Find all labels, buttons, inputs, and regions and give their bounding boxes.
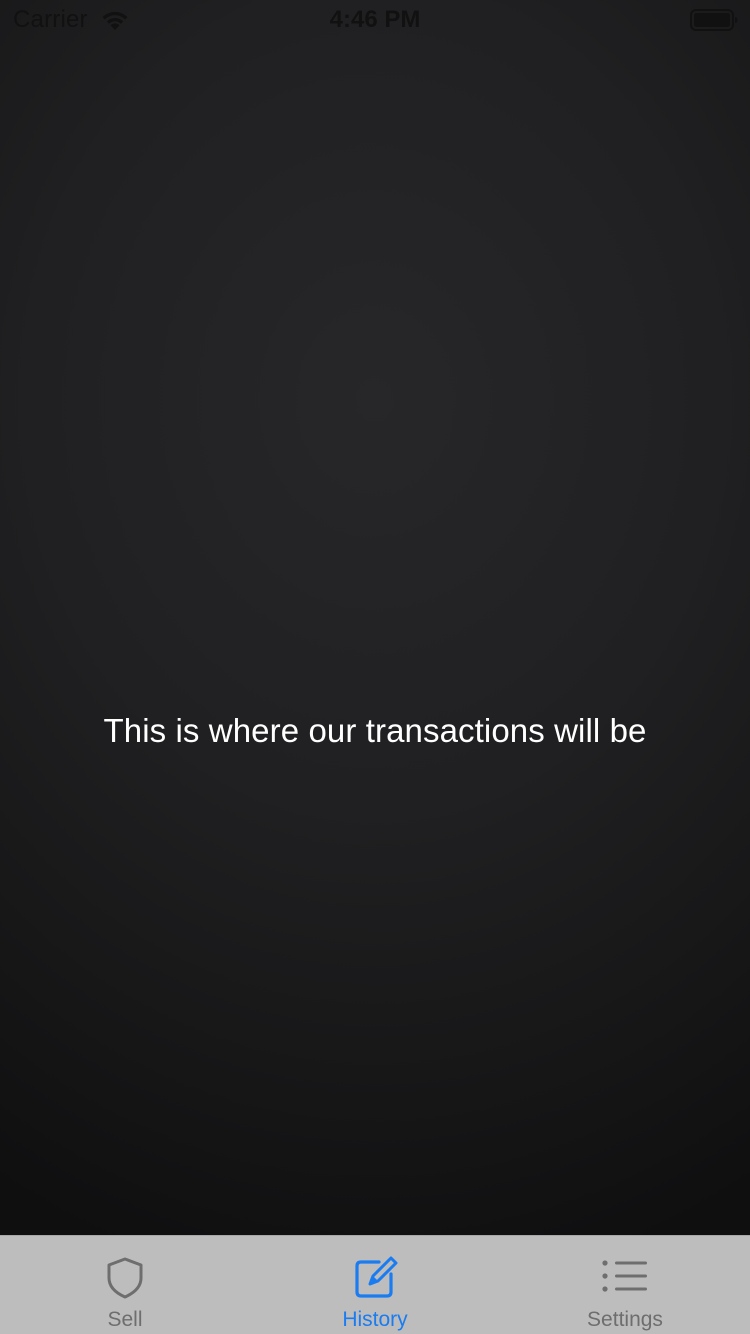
tab-sell[interactable]: Sell — [0, 1236, 250, 1334]
status-time: 4:46 PM — [329, 6, 421, 33]
tab-settings[interactable]: Settings — [500, 1236, 750, 1334]
app-screen: Carrier 4:46 PM This is where our transa… — [0, 0, 750, 1334]
tab-sell-label: Sell — [107, 1308, 143, 1331]
tab-history[interactable]: History — [250, 1236, 500, 1334]
status-bar: Carrier 4:46 PM — [0, 0, 750, 40]
shield-icon — [107, 1257, 143, 1299]
battery-full-icon — [690, 9, 738, 31]
tab-bar: Sell History Settings — [0, 1235, 750, 1334]
compose-icon — [355, 1256, 398, 1298]
tab-settings-label: Settings — [587, 1308, 663, 1331]
list-icon — [602, 1260, 647, 1292]
tab-history-label: History — [342, 1308, 408, 1331]
empty-state-message: This is where our transactions will be — [103, 712, 647, 749]
